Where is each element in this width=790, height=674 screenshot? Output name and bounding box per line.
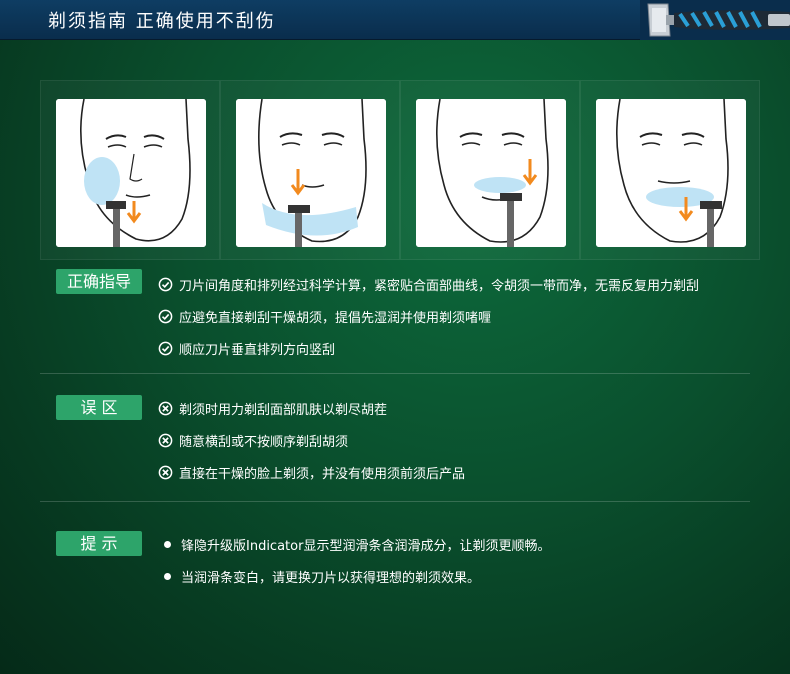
step-card-3: [400, 80, 580, 260]
item-text: 刀片间角度和排列经过科学计算，紧密贴合面部曲线，令胡须一带而净，无需反复用力剃刮: [179, 278, 700, 294]
x-circle-icon: [158, 401, 173, 415]
item-text: 直接在干燥的脸上剃须，并没有使用须前须后产品: [179, 466, 466, 482]
razor-icon: [640, 0, 790, 40]
face-illustration-cheek: [56, 99, 206, 247]
x-circle-icon: [158, 433, 173, 447]
step-card-2: [220, 80, 400, 260]
item-text: 顺应刀片垂直排列方向竖刮: [179, 342, 336, 358]
section-label-correct: 正确指导: [56, 269, 142, 294]
face-illustration-chin: [236, 99, 386, 247]
section-label-mistakes: 误 区: [56, 395, 142, 420]
step-card-1: [40, 80, 220, 260]
item-text: 应避免直接剃刮干燥胡须，提倡先湿润并使用剃须啫喱: [179, 310, 492, 326]
bullet-icon: [164, 572, 171, 580]
page-title: 剃须指南 正确使用不刮伤: [48, 11, 276, 32]
section-label-tips: 提 示: [56, 531, 142, 556]
check-circle-icon: [158, 309, 173, 323]
correct-list: 刀片间角度和排列经过科学计算，紧密贴合面部曲线，令胡须一带而净，无需反复用力剃刮…: [158, 268, 699, 364]
item-text: 剃须时用力剃刮面部肌肤以剃尽胡茬: [179, 402, 388, 418]
item-text: 锋隐升级版Indicator显示型润滑条含润滑成分，让剃须更顺畅。: [181, 538, 551, 554]
list-item: 剃须时用力剃刮面部肌肤以剃尽胡茬: [158, 392, 465, 424]
x-circle-icon: [158, 465, 173, 479]
list-item: 随意横刮或不按顺序剃刮胡须: [158, 424, 465, 456]
list-item: 刀片间角度和排列经过科学计算，紧密贴合面部曲线，令胡须一带而净，无需反复用力剃刮: [158, 268, 699, 300]
divider: [40, 373, 750, 374]
check-circle-icon: [158, 341, 173, 355]
tips-list: 锋隐升级版Indicator显示型润滑条含润滑成分，让剃须更顺畅。 当润滑条变白…: [158, 528, 550, 592]
face-illustration-lower-lip: [596, 99, 746, 247]
check-circle-icon: [158, 277, 173, 291]
list-item: 顺应刀片垂直排列方向竖刮: [158, 332, 699, 364]
list-item: 应避免直接剃刮干燥胡须，提倡先湿润并使用剃须啫喱: [158, 300, 699, 332]
header-bar: 剃须指南 正确使用不刮伤: [0, 0, 790, 40]
list-item: 当润滑条变白，请更换刀片以获得理想的剃须效果。: [158, 560, 550, 592]
list-item: 直接在干燥的脸上剃须，并没有使用须前须后产品: [158, 456, 465, 488]
list-item: 锋隐升级版Indicator显示型润滑条含润滑成分，让剃须更顺畅。: [158, 528, 550, 560]
item-text: 随意横刮或不按顺序剃刮胡须: [179, 434, 349, 450]
bullet-icon: [164, 540, 171, 548]
mistakes-list: 剃须时用力剃刮面部肌肤以剃尽胡茬 随意横刮或不按顺序剃刮胡须 直接在干燥的脸上剃…: [158, 392, 465, 488]
divider: [40, 501, 750, 502]
shaving-steps-gallery: [40, 80, 760, 265]
face-illustration-upper-lip: [416, 99, 566, 247]
step-card-4: [580, 80, 760, 260]
item-text: 当润滑条变白，请更换刀片以获得理想的剃须效果。: [181, 570, 481, 586]
